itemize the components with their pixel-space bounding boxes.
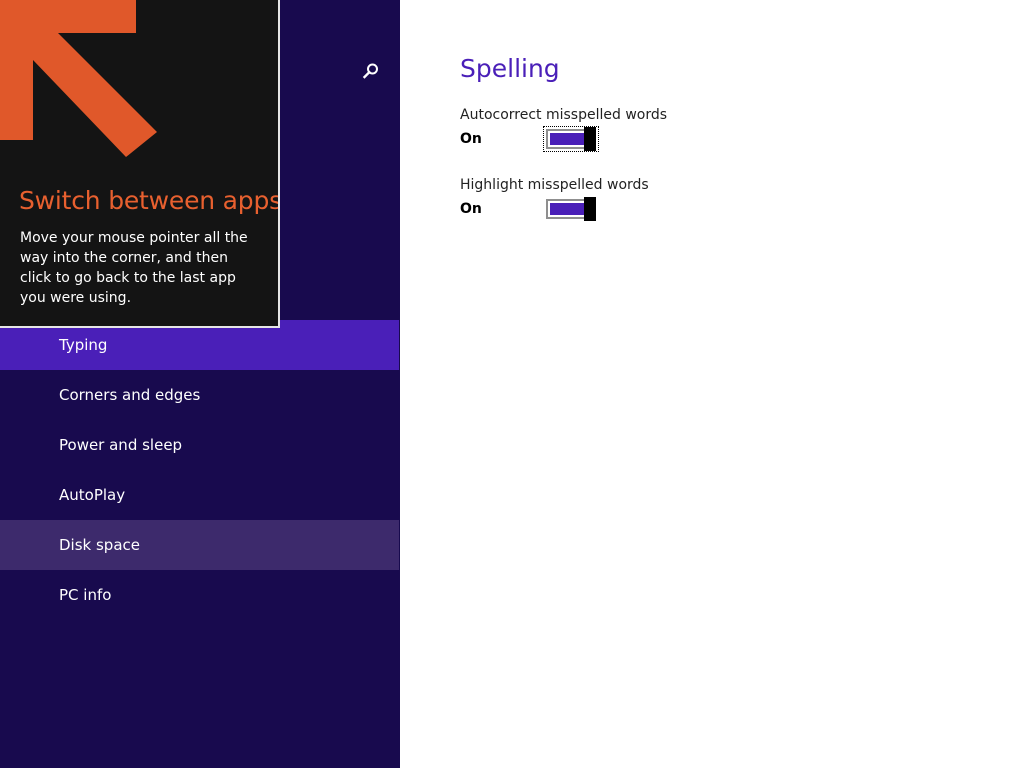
search-button[interactable] [356,56,386,86]
nav-item-label: PC info [59,586,112,604]
search-icon [362,63,378,79]
toggle-thumb[interactable] [584,197,596,221]
toggle-fill [550,203,584,215]
toggle-thumb[interactable] [584,127,596,151]
setting-label: Highlight misspelled words [460,177,649,193]
tip-callout: Switch between apps Move your mouse poin… [0,0,280,328]
setting-highlight: Highlight misspelled words On [460,177,860,221]
nav-item-label: Disk space [59,536,140,554]
nav-item-label: Power and sleep [59,436,183,454]
nav-item-label: AutoPlay [59,486,126,504]
toggle-track [546,197,596,221]
settings-nav-list: Typing Corners and edges Power and sleep… [0,320,399,620]
toggle-track [546,127,596,151]
nav-item-power-and-sleep[interactable]: Power and sleep [0,420,399,470]
nav-item-label: Corners and edges [59,386,201,404]
highlight-toggle[interactable] [544,197,598,221]
nav-item-pc-info[interactable]: PC info [0,570,399,620]
tip-body: Move your mouse pointer all the way into… [20,230,248,306]
nav-item-label: Typing [59,336,108,354]
setting-state: On [460,201,482,217]
settings-content: Spelling Autocorrect misspelled words On… [400,0,1024,768]
tip-title: Switch between apps [19,186,280,215]
nav-item-autoplay[interactable]: AutoPlay [0,470,399,520]
setting-label: Autocorrect misspelled words [460,107,668,123]
autocorrect-toggle[interactable] [543,126,599,152]
section-title: Spelling [460,54,560,83]
setting-state: On [460,131,482,147]
setting-autocorrect: Autocorrect misspelled words On [460,107,860,152]
arrow-up-left-icon [0,0,157,157]
nav-item-corners-and-edges[interactable]: Corners and edges [0,370,399,420]
pc-settings-window: Typing Corners and edges Power and sleep… [0,0,1024,768]
nav-item-disk-space[interactable]: Disk space [0,520,399,570]
toggle-fill [550,133,584,145]
